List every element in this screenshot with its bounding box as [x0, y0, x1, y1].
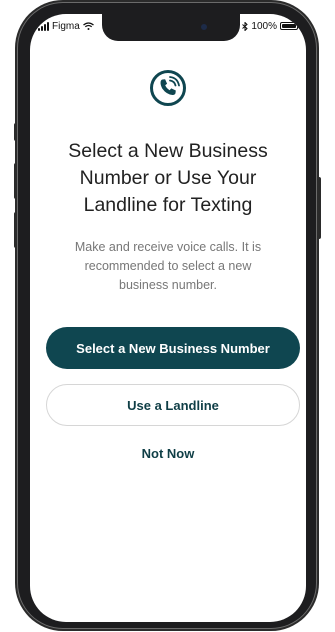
phone-call-icon: [150, 70, 186, 106]
camera-icon: [201, 24, 207, 30]
status-bar-right: 100%: [242, 18, 300, 34]
phone-screen: Figma 100% Select a New Business Number …: [30, 14, 306, 622]
use-landline-button[interactable]: Use a Landline: [46, 384, 300, 426]
battery-icon: [280, 22, 300, 30]
not-now-link[interactable]: Not Now: [118, 446, 218, 461]
page-title: Select a New Business Number or Use Your…: [68, 140, 268, 216]
page-description: Make and receive voice calls. It is reco…: [74, 240, 262, 292]
status-bar-left: Figma: [38, 18, 94, 34]
carrier-label: Figma: [52, 20, 80, 32]
signal-icon: [38, 21, 49, 31]
wifi-icon: [82, 22, 94, 30]
notch: [102, 14, 240, 41]
power-button: [317, 177, 321, 239]
device-mockup: Figma 100% Select a New Business Number …: [0, 0, 335, 632]
battery-percent: 100%: [251, 20, 277, 32]
bluetooth-icon: [242, 21, 249, 31]
select-new-business-number-button[interactable]: Select a New Business Number: [46, 327, 300, 369]
